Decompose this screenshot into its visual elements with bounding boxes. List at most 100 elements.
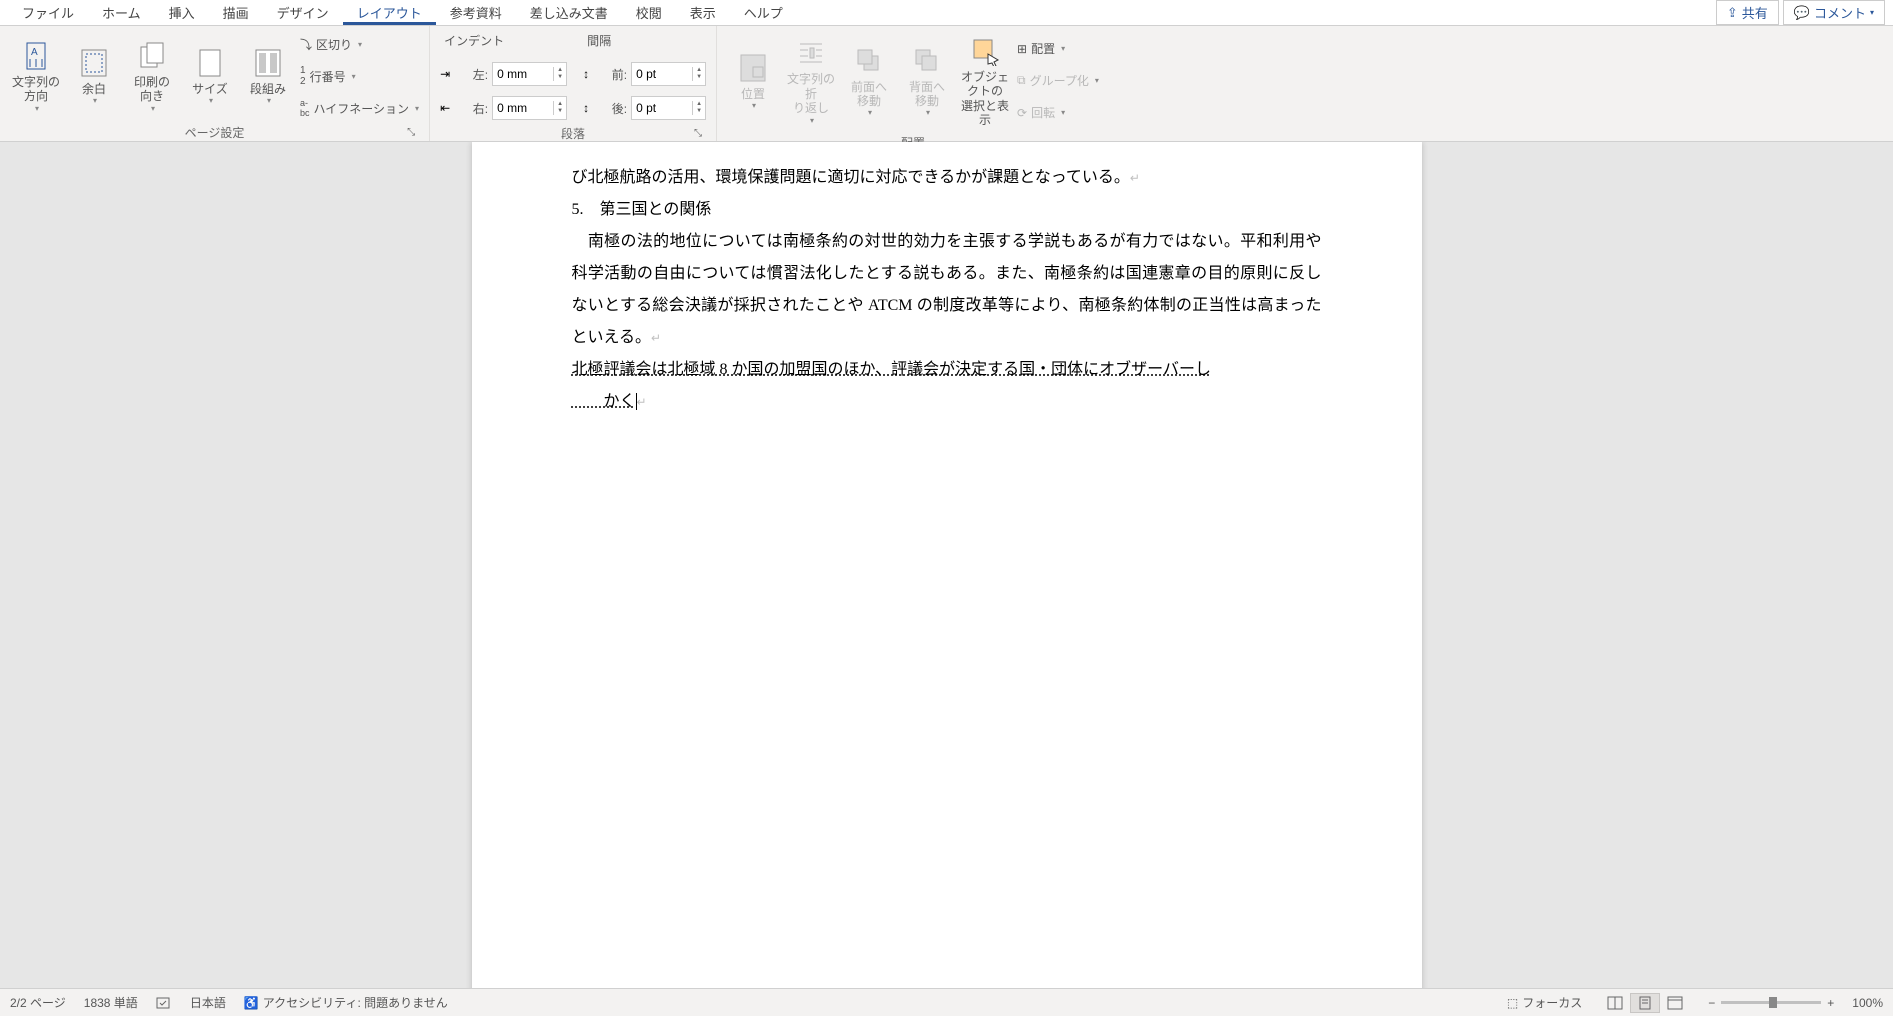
orientation-button[interactable]: 印刷の 向き [126,30,178,122]
menu-home[interactable]: ホーム [88,0,155,25]
group-button: ⧉ グループ化 [1017,67,1099,95]
selection-pane-label: オブジェクトの 選択と表示 [961,70,1009,128]
view-read-mode[interactable] [1600,993,1630,1013]
spacing-after-icon: ↕ [583,101,589,115]
spacing-before-field[interactable] [632,67,692,81]
indent-right-up[interactable]: ▲ [554,101,566,108]
spacing-after-up[interactable]: ▲ [693,101,705,108]
indent-right-down[interactable]: ▼ [554,108,566,115]
group-page-setup: A 文字列の 方向 余白 印刷の 向き サイズ [0,26,430,141]
share-button[interactable]: ⇪ 共有 [1716,0,1779,25]
status-words[interactable]: 1838 単語 [84,994,138,1011]
margins-label: 余白 [82,82,106,96]
orientation-label: 印刷の 向き [134,75,170,104]
rotate-button: ⟳ 回転 [1017,99,1099,127]
zoom-out[interactable]: − [1708,996,1715,1010]
doc-line-2: 南極の法的地位については南極条約の対世的効力を主張する学説もあるが有力ではない。… [572,233,1322,346]
align-button[interactable]: ⊞ 配置 [1017,35,1099,63]
columns-button[interactable]: 段組み [242,30,294,122]
statusbar: 2/2 ページ 1838 単語 日本語 ♿ アクセシビリティ: 問題ありません … [0,988,1893,1016]
wrap-text-button: 文字列の折 り返し [785,30,837,132]
line-numbers-icon: 12 [300,65,306,87]
menu-references[interactable]: 参考資料 [436,0,516,25]
menu-review[interactable]: 校閲 [622,0,676,25]
status-zoom[interactable]: 100% [1852,996,1883,1010]
indent-left-label: 左: [454,66,488,83]
spacing-after-down[interactable]: ▼ [693,108,705,115]
menu-insert[interactable]: 挿入 [155,0,209,25]
breaks-button[interactable]: ⤵ 区切り [300,30,419,58]
position-icon [737,51,769,85]
line-numbers-button[interactable]: 12 行番号 [300,62,419,90]
align-label: 配置 [1031,40,1055,57]
ribbon: A 文字列の 方向 余白 印刷の 向き サイズ [0,26,1893,142]
size-button[interactable]: サイズ [184,30,236,122]
svg-text:A: A [31,47,38,58]
indent-right-label: 右: [454,100,488,117]
status-page[interactable]: 2/2 ページ [10,994,66,1011]
menu-design[interactable]: デザイン [263,0,343,25]
indent-left-icon: ⇥ [440,67,450,81]
comment-label: コメント [1814,3,1866,22]
zoom-in[interactable]: + [1827,996,1834,1010]
orientation-icon [136,39,168,73]
doc-line-4: かく [572,393,636,410]
size-icon [194,46,226,80]
bring-forward-button: 前面へ 移動 [843,30,895,132]
hyphenation-button[interactable]: a-bc ハイフネーション [300,94,419,122]
paragraph-dialog-launcher[interactable]: ⤡ [692,128,704,140]
indent-heading: インデント [440,30,567,55]
document-area[interactable]: び北極航路の活用、環境保護問題に適切に対応できるかが課題となっている。↵ 5. … [0,142,1893,988]
indent-left-down[interactable]: ▼ [554,74,566,81]
position-label: 位置 [741,87,765,101]
page-setup-dialog-launcher[interactable]: ⤡ [405,127,417,139]
accessibility-label: アクセシビリティ: 問題ありません [263,994,448,1011]
status-focus[interactable]: ⬚ フォーカス [1507,994,1582,1011]
menu-layout[interactable]: レイアウト [343,0,436,25]
view-print-layout[interactable] [1630,993,1660,1013]
menu-view[interactable]: 表示 [676,0,730,25]
menu-help[interactable]: ヘルプ [730,0,797,25]
text-direction-icon: A [20,39,52,73]
line-numbers-label: 行番号 [310,68,346,85]
spacing-before-icon: ↕ [583,67,589,81]
status-language[interactable]: 日本語 [190,994,226,1011]
view-web-layout[interactable] [1660,993,1690,1013]
indent-right-icon: ⇤ [440,101,450,115]
selection-pane-button[interactable]: オブジェクトの 選択と表示 [959,30,1011,132]
spacing-after-field[interactable] [632,101,692,115]
spacing-before-down[interactable]: ▼ [693,74,705,81]
hyphenation-icon: a-bc [300,98,310,118]
indent-left-field[interactable] [493,67,553,81]
zoom-slider[interactable]: − + [1708,996,1834,1010]
comment-button[interactable]: 💬 コメント ▾ [1783,0,1885,25]
rotate-icon: ⟳ [1017,106,1027,120]
status-accessibility[interactable]: ♿ アクセシビリティ: 問題ありません [244,994,448,1011]
spacing-before-up[interactable]: ▲ [693,67,705,74]
status-spellcheck[interactable] [156,995,172,1011]
spacing-before-input[interactable]: ▲▼ [631,62,706,86]
zoom-thumb[interactable] [1769,997,1777,1008]
margins-button[interactable]: 余白 [68,30,120,122]
spacing-after-input[interactable]: ▲▼ [631,96,706,120]
zoom-track[interactable] [1721,1001,1821,1004]
indent-right-input[interactable]: ▲▼ [492,96,567,120]
menu-file[interactable]: ファイル [8,0,88,25]
group-label: グループ化 [1030,72,1089,89]
hyphenation-label: ハイフネーション [314,100,410,117]
bring-forward-icon [853,44,885,78]
text-direction-button[interactable]: A 文字列の 方向 [10,30,62,122]
menubar: ファイル ホーム 挿入 描画 デザイン レイアウト 参考資料 差し込み文書 校閲… [0,0,1893,26]
document-text[interactable]: び北極航路の活用、環境保護問題に適切に対応できるかが課題となっている。↵ 5. … [572,162,1322,418]
indent-right-field[interactable] [493,101,553,115]
breaks-label: 区切り [316,36,352,53]
indent-left-up[interactable]: ▲ [554,67,566,74]
breaks-icon: ⤵ [300,36,312,53]
indent-left-input[interactable]: ▲▼ [492,62,567,86]
page[interactable]: び北極航路の活用、環境保護問題に適切に対応できるかが課題となっている。↵ 5. … [472,142,1422,988]
menu-draw[interactable]: 描画 [209,0,263,25]
spellcheck-icon [156,995,172,1011]
menu-mailings[interactable]: 差し込み文書 [516,0,622,25]
size-label: サイズ [192,82,228,96]
spacing-before-label: 前: [593,66,627,83]
